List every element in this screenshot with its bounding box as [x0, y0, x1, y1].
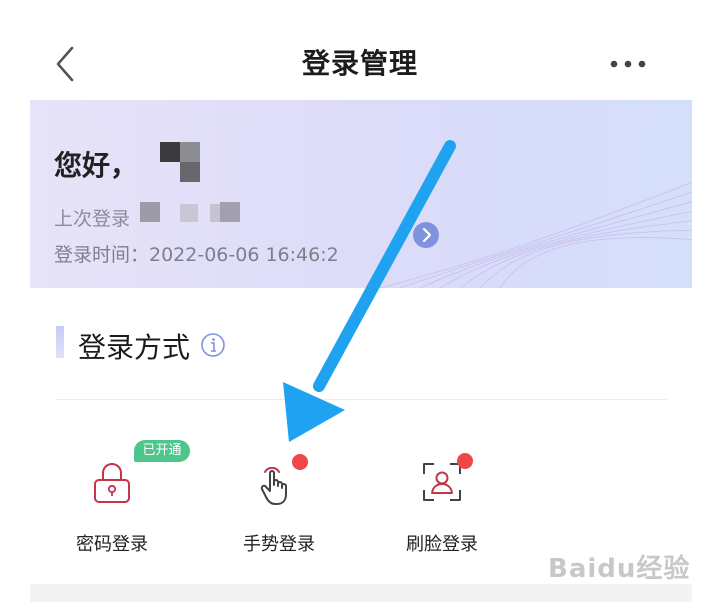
gesture-notification-dot [292, 454, 308, 470]
watermark: Baidu经验 [548, 554, 691, 584]
lock-icon [90, 460, 134, 508]
face-login-option[interactable]: 刷脸登录 [372, 440, 512, 560]
account-banner: 您好， 上次登录 登录时间：2022-06-06 16:46:2 [30, 100, 692, 288]
info-button[interactable] [200, 332, 226, 358]
divider [56, 399, 667, 400]
gesture-login-option[interactable]: 手势登录 [209, 440, 349, 560]
section-accent-bar [56, 326, 64, 358]
section-title: 登录方式 [78, 331, 191, 364]
chevron-right-icon [422, 227, 432, 243]
enabled-badge: 已开通 [134, 440, 190, 462]
banner-arrow-button[interactable] [413, 222, 439, 248]
header: 登录管理 [0, 0, 720, 100]
bottom-section [30, 584, 692, 602]
wave-decoration [379, 181, 692, 288]
more-dots-icon [610, 60, 646, 68]
more-button[interactable] [606, 56, 650, 70]
greeting-text: 您好， [54, 149, 139, 182]
info-icon [201, 333, 225, 357]
face-scan-icon [420, 460, 464, 508]
face-notification-dot [457, 453, 473, 469]
face-login-label: 刷脸登录 [406, 534, 478, 555]
password-login-label: 密码登录 [76, 534, 148, 555]
last-login-label: 上次登录 [54, 208, 131, 230]
gesture-login-label: 手势登录 [243, 534, 315, 555]
login-time-text: 登录时间：2022-06-06 16:46:2 [54, 244, 339, 266]
